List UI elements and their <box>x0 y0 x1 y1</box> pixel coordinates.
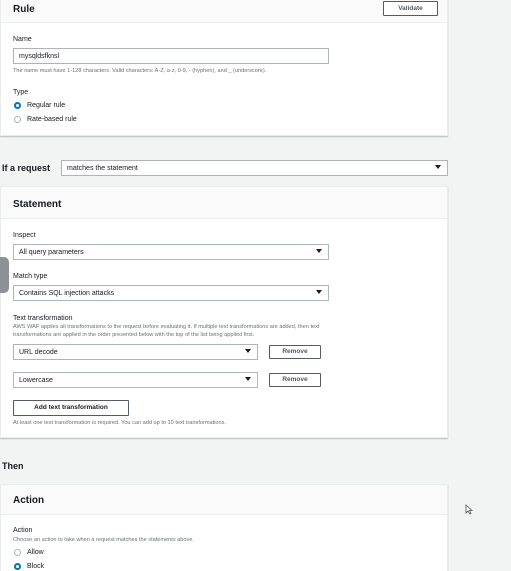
request-match-value: matches the statement <box>67 165 138 172</box>
validate-button[interactable]: Validate <box>383 1 438 16</box>
side-panel-handle[interactable] <box>0 257 9 293</box>
inspect-value: All query parameters <box>19 249 84 256</box>
chevron-down-icon <box>316 249 322 253</box>
text-transformation-hint-line2: transformations are applied in the order… <box>13 332 255 338</box>
statement-panel: Statement Inspect All query parameters M… <box>0 186 448 438</box>
if-a-request-label: If a request <box>2 163 51 173</box>
statement-title: Statement <box>13 199 62 210</box>
add-text-transformation-button[interactable]: Add text transformation <box>13 400 129 416</box>
chevron-down-icon <box>245 349 251 353</box>
rule-title: Rule <box>13 4 35 15</box>
inspect-label: Inspect <box>13 232 36 239</box>
remove-transformation-button-1[interactable]: Remove <box>269 345 321 359</box>
request-match-select[interactable]: matches the statement <box>61 160 448 176</box>
chevron-down-icon <box>245 377 251 381</box>
action-hint: Choose an action to take when a request … <box>13 537 194 543</box>
chevron-down-icon <box>435 165 441 169</box>
transformation-value-2: Lowercase <box>19 377 53 384</box>
allow-radio[interactable] <box>14 549 21 556</box>
rule-panel: Rule Validate Name mysqldsfknsl The name… <box>0 0 448 136</box>
rule-panel-header: Rule Validate <box>1 0 447 23</box>
regular-rule-label: Regular rule <box>27 102 66 109</box>
match-type-value: Contains SQL injection attacks <box>19 290 115 297</box>
inspect-select[interactable]: All query parameters <box>13 244 329 260</box>
type-label: Type <box>13 89 29 96</box>
regular-rule-radio[interactable] <box>14 102 21 109</box>
mouse-cursor-icon <box>465 504 473 515</box>
statement-panel-header: Statement <box>1 187 447 219</box>
allow-label: Allow <box>27 549 44 556</box>
rate-based-rule-label: Rate-based rule <box>27 116 77 123</box>
rate-based-rule-radio[interactable] <box>14 116 21 123</box>
transformation-footer-hint: At least one text transformation is requ… <box>13 420 226 426</box>
text-transformation-hint-line1: AWS WAF applies all transformations to t… <box>13 324 320 330</box>
transformation-select-2[interactable]: Lowercase <box>13 372 258 388</box>
then-title: Then <box>2 461 24 471</box>
match-type-label: Match type <box>13 273 48 280</box>
match-type-select[interactable]: Contains SQL injection attacks <box>13 285 329 301</box>
name-label: Name <box>13 36 32 43</box>
action-panel-header: Action <box>1 485 447 515</box>
remove-transformation-button-2[interactable]: Remove <box>269 373 321 387</box>
block-label: Block <box>27 563 45 570</box>
transformation-select-1[interactable]: URL decode <box>13 344 258 360</box>
action-label: Action <box>13 527 33 534</box>
text-transformation-label: Text transformation <box>13 315 73 322</box>
action-panel: Action Action Choose an action to take w… <box>0 484 448 571</box>
action-title: Action <box>13 495 45 506</box>
rule-name-input[interactable]: mysqldsfknsl <box>13 48 329 64</box>
rule-name-hint: The name must have 1-128 characters. Val… <box>13 68 267 74</box>
transformation-value-1: URL decode <box>19 349 58 356</box>
chevron-down-icon <box>316 290 322 294</box>
block-radio[interactable] <box>14 563 21 570</box>
